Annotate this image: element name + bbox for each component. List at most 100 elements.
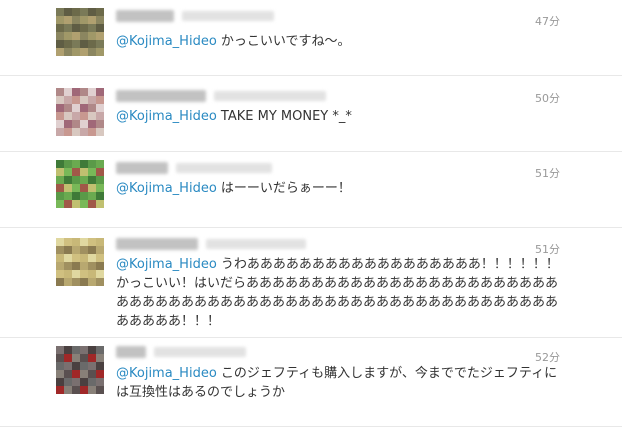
avatar-pixel bbox=[72, 184, 80, 192]
avatar-pixel bbox=[80, 168, 88, 176]
avatar-pixel bbox=[96, 96, 104, 104]
tweet-item[interactable]: 51分 @Kojima_Hideo はーーいだらぁーー！ bbox=[0, 152, 622, 228]
avatar[interactable] bbox=[56, 8, 104, 56]
avatar-pixel bbox=[88, 270, 96, 278]
author-handle-redacted bbox=[154, 347, 246, 357]
author-handle-redacted bbox=[206, 239, 306, 249]
avatar-pixel bbox=[80, 16, 88, 24]
tweet-author-blurred[interactable] bbox=[116, 344, 246, 360]
avatar-pixel bbox=[72, 378, 80, 386]
tweet-text: @Kojima_Hideo TAKE MY MONEY *_* bbox=[116, 107, 562, 126]
author-name-redacted bbox=[116, 10, 174, 22]
avatar-pixel bbox=[72, 24, 80, 32]
avatar-pixel bbox=[80, 354, 88, 362]
avatar-pixel bbox=[64, 88, 72, 96]
avatar-pixel bbox=[88, 160, 96, 168]
author-handle-redacted bbox=[214, 91, 326, 101]
avatar-pixel bbox=[88, 16, 96, 24]
avatar-pixel bbox=[80, 96, 88, 104]
avatar-pixel bbox=[56, 238, 64, 246]
timeline: 47分 @Kojima_Hideo かっこいいですね〜。 50分 @Kojima… bbox=[0, 0, 622, 427]
avatar-pixel bbox=[56, 370, 64, 378]
avatar-pixel bbox=[96, 200, 104, 208]
avatar-pixel bbox=[80, 128, 88, 136]
avatar[interactable] bbox=[56, 238, 104, 286]
avatar-pixel bbox=[88, 386, 96, 394]
avatar-pixel bbox=[56, 278, 64, 286]
tweet-body: はーーいだらぁーー！ bbox=[220, 181, 351, 196]
tweet-text: @Kojima_Hideo かっこいいですね〜。 bbox=[116, 32, 562, 51]
mention-link[interactable]: @Kojima_Hideo bbox=[116, 109, 217, 124]
tweet-time[interactable]: 50分 bbox=[535, 90, 560, 106]
tweet-author-blurred[interactable] bbox=[116, 160, 272, 176]
avatar-pixel bbox=[56, 346, 64, 354]
avatar-pixel bbox=[80, 112, 88, 120]
avatar-pixel bbox=[56, 176, 64, 184]
avatar-pixel bbox=[64, 184, 72, 192]
avatar-pixel bbox=[96, 120, 104, 128]
avatar-pixel bbox=[72, 238, 80, 246]
avatar-pixel bbox=[56, 16, 64, 24]
avatar-pixel bbox=[96, 386, 104, 394]
avatar-pixel bbox=[96, 48, 104, 56]
avatar-pixel bbox=[56, 354, 64, 362]
avatar-pixel bbox=[64, 370, 72, 378]
avatar-pixel bbox=[96, 32, 104, 40]
avatar-pixel bbox=[72, 128, 80, 136]
avatar-pixel bbox=[72, 254, 80, 262]
avatar-pixel bbox=[72, 120, 80, 128]
avatar-pixel bbox=[88, 184, 96, 192]
avatar-pixel bbox=[96, 168, 104, 176]
avatar-pixel bbox=[80, 386, 88, 394]
tweet-item[interactable]: 47分 @Kojima_Hideo かっこいいですね〜。 bbox=[0, 0, 622, 76]
avatar-pixel bbox=[80, 24, 88, 32]
avatar[interactable] bbox=[56, 160, 104, 208]
avatar-pixel bbox=[96, 270, 104, 278]
avatar-pixel bbox=[64, 168, 72, 176]
avatar-pixel bbox=[56, 246, 64, 254]
avatar-pixel bbox=[64, 262, 72, 270]
avatar-pixel bbox=[96, 362, 104, 370]
avatar-pixel bbox=[72, 40, 80, 48]
avatar-pixel bbox=[56, 8, 64, 16]
avatar-pixel bbox=[96, 370, 104, 378]
avatar-pixel bbox=[88, 112, 96, 120]
mention-link[interactable]: @Kojima_Hideo bbox=[116, 181, 217, 196]
author-name-redacted bbox=[116, 90, 206, 102]
avatar-pixel bbox=[64, 128, 72, 136]
avatar-pixel bbox=[64, 200, 72, 208]
tweet-author-blurred[interactable] bbox=[116, 88, 326, 104]
avatar-pixel bbox=[64, 96, 72, 104]
avatar-pixel bbox=[72, 370, 80, 378]
tweet-time[interactable]: 47分 bbox=[535, 13, 560, 29]
mention-link[interactable]: @Kojima_Hideo bbox=[116, 366, 217, 381]
tweet-author-blurred[interactable] bbox=[116, 8, 274, 24]
tweet-item[interactable]: 51分 @Kojima_Hideo うわああああああああああああああああああ！！… bbox=[0, 228, 622, 338]
avatar-pixel bbox=[56, 270, 64, 278]
avatar-pixel bbox=[80, 184, 88, 192]
avatar-pixel bbox=[80, 254, 88, 262]
avatar-pixel bbox=[80, 8, 88, 16]
avatar[interactable] bbox=[56, 88, 104, 136]
avatar[interactable] bbox=[56, 346, 104, 394]
tweet-author-blurred[interactable] bbox=[116, 236, 306, 252]
avatar-pixel bbox=[56, 120, 64, 128]
avatar-pixel bbox=[88, 254, 96, 262]
avatar-pixel bbox=[88, 128, 96, 136]
avatar-pixel bbox=[64, 40, 72, 48]
mention-link[interactable]: @Kojima_Hideo bbox=[116, 257, 217, 272]
avatar-pixel bbox=[64, 16, 72, 24]
tweet-time[interactable]: 52分 bbox=[535, 349, 560, 365]
avatar-pixel bbox=[88, 378, 96, 386]
avatar-pixel bbox=[80, 346, 88, 354]
tweet-item[interactable]: 50分 @Kojima_Hideo TAKE MY MONEY *_* bbox=[0, 76, 622, 152]
mention-link[interactable]: @Kojima_Hideo bbox=[116, 34, 217, 49]
tweet-item[interactable]: 52分 @Kojima_Hideo このジェフティも購入しますが、今まででたジェ… bbox=[0, 338, 622, 427]
avatar-pixel bbox=[80, 362, 88, 370]
avatar-pixel bbox=[64, 346, 72, 354]
avatar-pixel bbox=[64, 278, 72, 286]
avatar-pixel bbox=[96, 346, 104, 354]
avatar-pixel bbox=[88, 176, 96, 184]
avatar-pixel bbox=[64, 8, 72, 16]
avatar-pixel bbox=[64, 246, 72, 254]
